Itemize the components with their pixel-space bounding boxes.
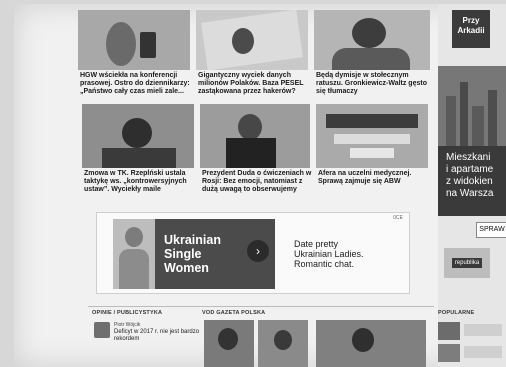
promo-line2: i apartame	[446, 164, 494, 175]
popular-item-1-text[interactable]	[464, 324, 502, 336]
article-2-headline[interactable]: Gigantyczny wyciek danych milionów Polak…	[198, 72, 310, 96]
republika-logo[interactable]: republika	[444, 248, 490, 278]
browser-viewport: HGW wściekła na konferencji prasowej. Os…	[14, 4, 506, 367]
section-divider	[88, 306, 434, 307]
ad-photo	[113, 219, 155, 289]
ad-text-line1: Date pretty	[294, 239, 339, 249]
section-opinions[interactable]: OPINIE / PUBLICYSTYKA	[92, 310, 162, 316]
article-6-image[interactable]	[316, 104, 428, 168]
chevron-right-icon[interactable]: ›	[247, 240, 269, 262]
logo-line1: Przy	[462, 16, 480, 25]
popular-item-2-text[interactable]	[464, 346, 502, 358]
ad-text: Date pretty Ukrainian Ladies. Romantic c…	[294, 239, 364, 269]
opinion-author[interactable]: Piotr Wójcik	[114, 322, 140, 328]
opinion-title[interactable]: Deficyt w 2017 r. nie jest bardzo	[114, 329, 199, 335]
article-4-image[interactable]	[82, 104, 194, 168]
promo-line4: na Warsza	[446, 188, 494, 199]
ad-title-line2: Single	[164, 247, 202, 261]
article-4-headline[interactable]: Zmowa w TK. Rzeplński ustala taktykę ws.…	[84, 170, 196, 194]
promo-line1: Mieszkani	[446, 152, 491, 163]
article-3-image[interactable]	[314, 10, 430, 70]
popular-item-2[interactable]	[438, 344, 460, 362]
article-6-headline[interactable]: Afera na uczelni medycznej. Sprawą zajmu…	[318, 170, 428, 186]
section-popular[interactable]: POPULARNE	[438, 310, 474, 316]
article-5-headline[interactable]: Prezydent Duda o ćwiczeniach w Rosji: Be…	[202, 170, 312, 194]
article-5-image[interactable]	[200, 104, 310, 168]
vod-video-2[interactable]	[258, 320, 308, 367]
ad-text-line3: Romantic chat.	[294, 259, 355, 269]
ad-title-line3: Women	[164, 261, 209, 275]
promo-text[interactable]: Mieszkani i apartame z widokien na Warsz…	[438, 146, 506, 216]
przy-arkadii-logo[interactable]: Przy Arkadii	[452, 10, 490, 48]
ad-text-line2: Ukrainian Ladies.	[294, 249, 364, 259]
ad-title-line1: Ukrainian	[164, 233, 221, 247]
republika-label: republika	[452, 258, 482, 268]
vod-video-3[interactable]	[316, 320, 426, 367]
article-1-headline[interactable]: HGW wściekła na konferencji prasowej. Os…	[80, 72, 192, 96]
promo-line3: z widokien	[446, 176, 493, 187]
opinion-title-2[interactable]: rekordem	[114, 336, 139, 342]
author-avatar[interactable]	[94, 322, 110, 338]
ad-banner[interactable]: 0CE Ukrainian Single Women › Date pretty…	[96, 212, 410, 294]
article-1-image[interactable]	[78, 10, 190, 70]
article-2-image[interactable]	[196, 10, 308, 70]
article-3-headline[interactable]: Będą dymisje w stołecznym ratuszu. Gronk…	[316, 72, 430, 96]
ad-tag: 0CE	[393, 215, 403, 221]
popular-item-1[interactable]	[438, 322, 460, 340]
vod-video-1[interactable]	[204, 320, 254, 367]
section-vod[interactable]: VOD GAZETA POLSKA	[202, 310, 265, 316]
logo-line2: Arkadii	[457, 26, 485, 35]
check-offer-button[interactable]: SPRAW	[476, 222, 506, 238]
skyline-image	[438, 66, 506, 146]
